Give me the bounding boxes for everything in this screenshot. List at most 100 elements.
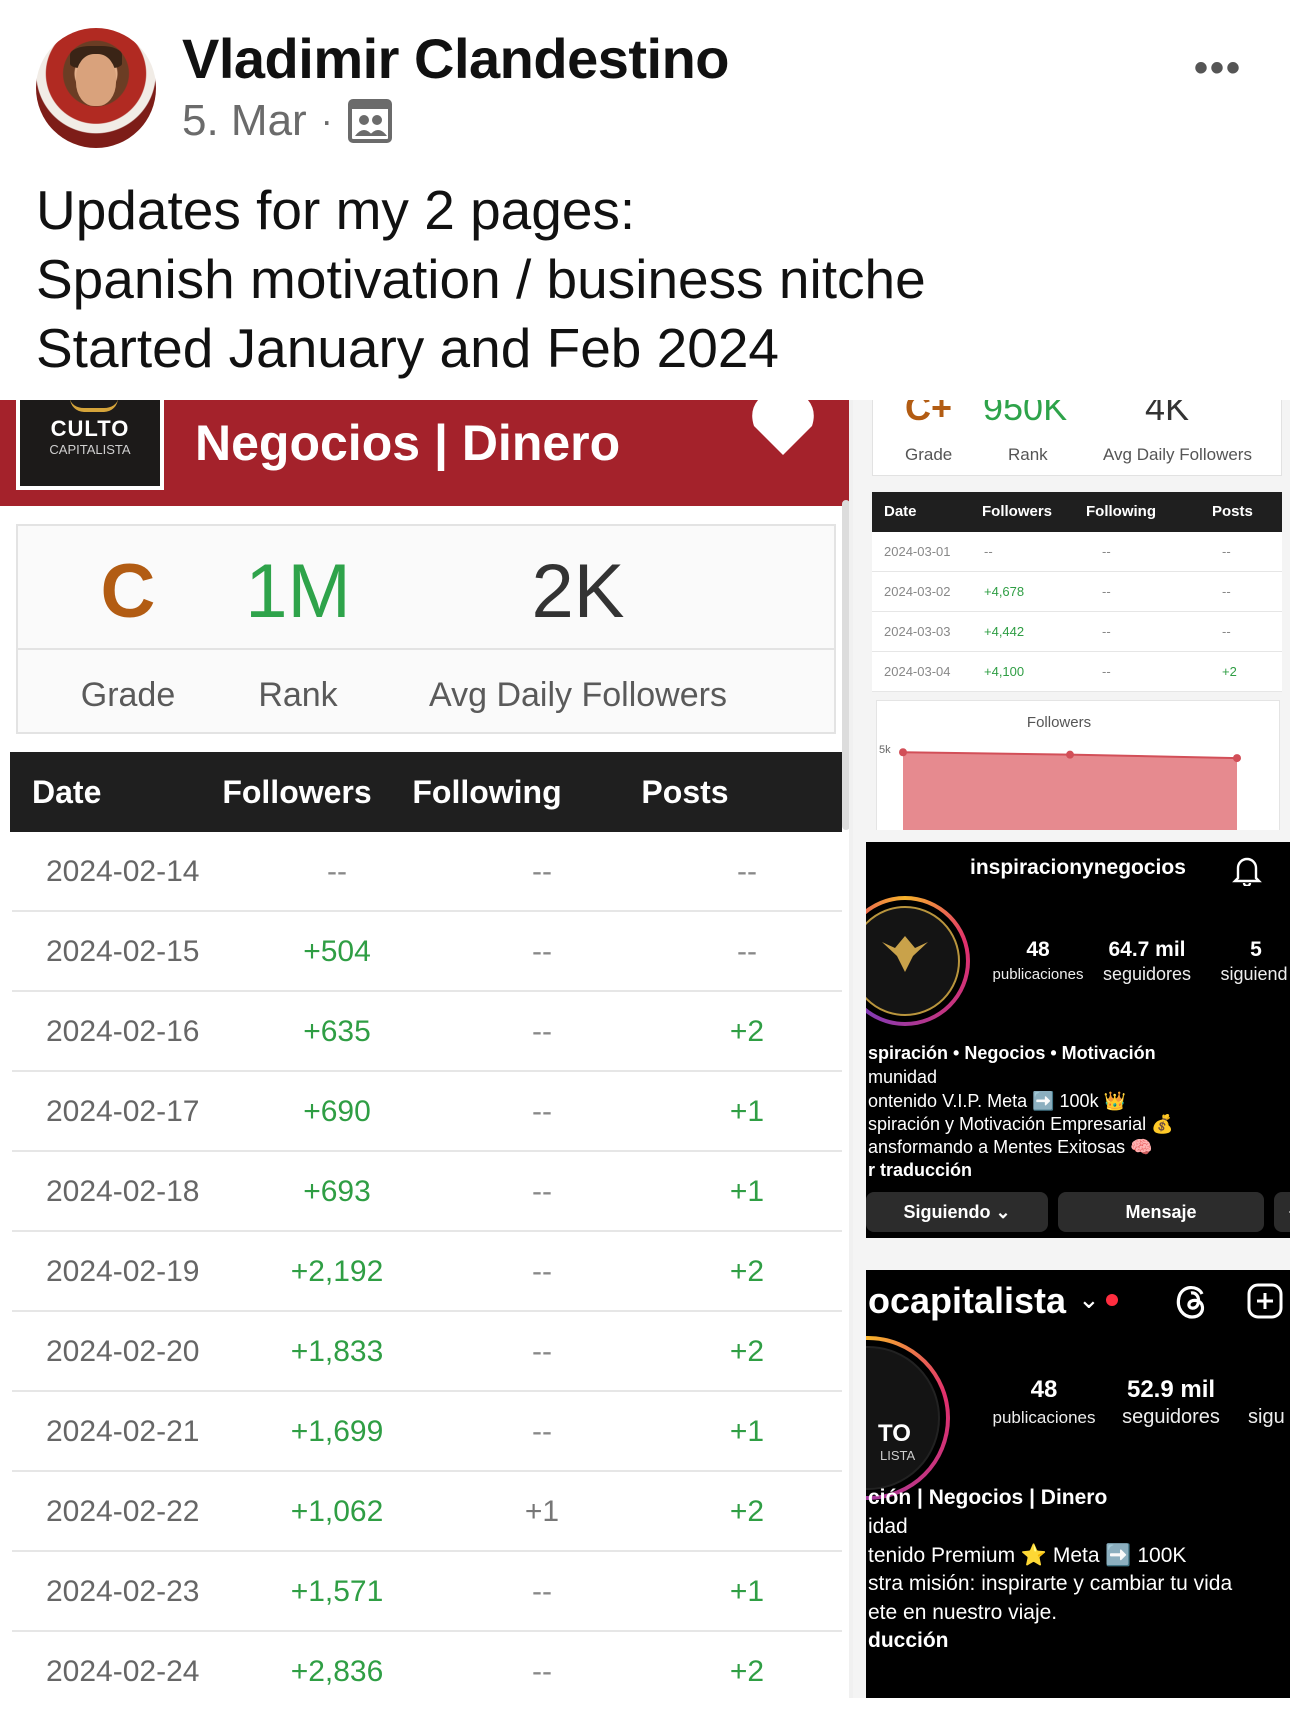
row-posts: +2 (729, 1015, 765, 1048)
row-followers: -- (327, 855, 347, 888)
grade-stats-card: C 1M 2K Grade Rank Avg Daily Followers (16, 524, 836, 734)
scrollbar[interactable] (842, 500, 849, 830)
row-following: -- (532, 1415, 552, 1448)
table-row: 2024-02-16 +635 -- +2 (12, 992, 842, 1072)
row-date: 2024-03-03 (884, 624, 951, 639)
table-header-small: Date Followers Following Posts (872, 492, 1282, 532)
add-post-icon[interactable] (1246, 1282, 1284, 1320)
row-following: -- (532, 1255, 552, 1288)
meta-separator: · (320, 100, 333, 141)
author-avatar[interactable] (36, 28, 156, 148)
row-following: -- (532, 1575, 552, 1608)
post-date[interactable]: 5. Mar (182, 96, 307, 146)
row-posts: -- (737, 855, 757, 888)
post-line: Spanish motivation / business nitche (36, 248, 926, 310)
row-date: 2024-02-24 (46, 1655, 200, 1688)
row-following: -- (1102, 664, 1111, 679)
group-audience-icon (347, 99, 392, 143)
ig-avatar[interactable]: TO LISTA (866, 1336, 950, 1500)
row-followers: +4,442 (984, 624, 1025, 639)
col-followers: Followers (982, 503, 1053, 520)
row-followers: +504 (303, 935, 371, 968)
row-date: 2024-02-20 (46, 1335, 200, 1368)
ig-bio-line: idad (868, 1515, 908, 1538)
col-posts: Posts (1212, 503, 1253, 520)
row-followers: +2,836 (290, 1655, 384, 1688)
ig-following-count[interactable]: 5 (1216, 938, 1290, 962)
ig-posts-label: publicaciones (992, 966, 1084, 983)
row-posts: +2 (729, 1335, 765, 1368)
banner-title: Negocios | Dinero (195, 415, 621, 471)
more-options-button[interactable]: ••• (1194, 46, 1242, 91)
suggest-button[interactable]: + (1274, 1192, 1290, 1232)
table-row: 2024-03-01 -- -- -- (872, 532, 1282, 572)
ig-following-label[interactable]: siguiend (1214, 964, 1290, 985)
grade-stats-card-small: C+ 950K 4K Grade Rank Avg Daily Follower… (872, 400, 1282, 476)
profile-banner: CULTO CAPITALISTA Negocios | Dinero (0, 400, 849, 506)
chevron-down-icon[interactable]: ⌄ (1078, 1284, 1100, 1315)
post-line: Updates for my 2 pages: (36, 179, 636, 241)
row-following: +1 (524, 1495, 560, 1528)
row-followers: +1,833 (290, 1335, 384, 1368)
row-followers: +693 (303, 1175, 371, 1208)
followers-area (903, 752, 1237, 830)
ig-posts-count: 48 (1026, 938, 1050, 961)
ig-avatar[interactable] (866, 896, 970, 1026)
row-followers: +1,699 (290, 1415, 384, 1448)
avg-daily-label: Avg Daily Followers (429, 676, 727, 714)
row-date: 2024-02-21 (46, 1415, 200, 1448)
stats-screenshot-left: CULTO CAPITALISTA Negocios | Dinero C 1M… (0, 400, 853, 1698)
ig-bio-line: ontenido V.I.P. Meta ➡️ 100k 👑 (868, 1091, 1126, 1111)
ig-username[interactable]: inspiracionynegocios (970, 856, 1186, 880)
row-posts: +2 (729, 1495, 765, 1528)
followers-chart: Followers 5k (876, 700, 1280, 830)
table-row: 2024-02-24 +2,836 -- +2 (12, 1632, 842, 1698)
post-line: Started January and Feb 2024 (36, 317, 780, 379)
message-button[interactable]: Mensaje (1058, 1192, 1264, 1232)
stats-screenshot-right: C+ 950K 4K Grade Rank Avg Daily Follower… (866, 400, 1290, 830)
row-date: 2024-03-01 (884, 544, 951, 559)
col-posts: Posts (641, 774, 729, 810)
bell-icon[interactable] (1232, 854, 1262, 886)
row-following: -- (1102, 544, 1111, 559)
threads-icon[interactable] (1172, 1282, 1210, 1320)
logo-text-main: CULTO (50, 416, 130, 441)
stats-table-body: 2024-02-14 -- -- -- 2024-02-15 +504 -- -- 2024-0… (12, 832, 842, 1698)
ig-followers-label[interactable]: seguidores (1106, 1406, 1236, 1429)
ig-username[interactable]: ocapitalista (868, 1280, 1066, 1322)
table-header: Date Followers Following Posts (10, 752, 842, 832)
chart-title: Followers (1027, 714, 1091, 731)
row-following: -- (532, 855, 552, 888)
table-row: 2024-02-14 -- -- -- (12, 832, 842, 912)
author-name[interactable]: Vladimir Clandestino (182, 26, 730, 91)
ig-bio-line[interactable]: r traducción (868, 1159, 972, 1182)
row-following: -- (532, 1655, 552, 1688)
notification-dot (1106, 1294, 1118, 1306)
row-followers: +635 (303, 1015, 371, 1048)
ig-followers-label[interactable]: seguidores (1086, 964, 1208, 985)
heart-icon[interactable] (748, 400, 818, 460)
ig-followers-count[interactable]: 64.7 mil (1092, 938, 1202, 962)
ig-bio-line: ansformando a Mentes Exitosas 🧠 (868, 1137, 1153, 1157)
following-button[interactable]: Siguiendo ⌄ (866, 1192, 1048, 1232)
col-following: Following (1086, 503, 1156, 520)
rank-label: Rank (1008, 445, 1048, 464)
table-row: 2024-02-15 +504 -- -- (12, 912, 842, 992)
avg-daily-value: 2K (531, 549, 625, 634)
row-posts: +2 (729, 1255, 765, 1288)
row-date: 2024-02-19 (46, 1255, 200, 1288)
avg-daily-label: Avg Daily Followers (1103, 445, 1252, 464)
row-date: 2024-03-04 (884, 664, 951, 679)
avg-daily-value: 4K (1145, 400, 1190, 428)
ig-bio-line[interactable]: ducción (868, 1627, 949, 1655)
row-followers: +1,571 (290, 1575, 384, 1608)
row-posts: -- (737, 935, 757, 968)
table-row: 2024-02-19 +2,192 -- +2 (12, 1232, 842, 1312)
ig-followers-count[interactable]: 52.9 mil (1106, 1376, 1236, 1404)
eagle-icon (882, 936, 928, 972)
ig-following-label[interactable]: sigu (1248, 1406, 1290, 1429)
logo-crown-icon (70, 400, 118, 412)
row-date: 2024-02-14 (46, 855, 200, 888)
image-collage[interactable]: CULTO CAPITALISTA Negocios | Dinero C 1M… (0, 400, 1290, 1698)
table-row: 2024-02-17 +690 -- +1 (12, 1072, 842, 1152)
